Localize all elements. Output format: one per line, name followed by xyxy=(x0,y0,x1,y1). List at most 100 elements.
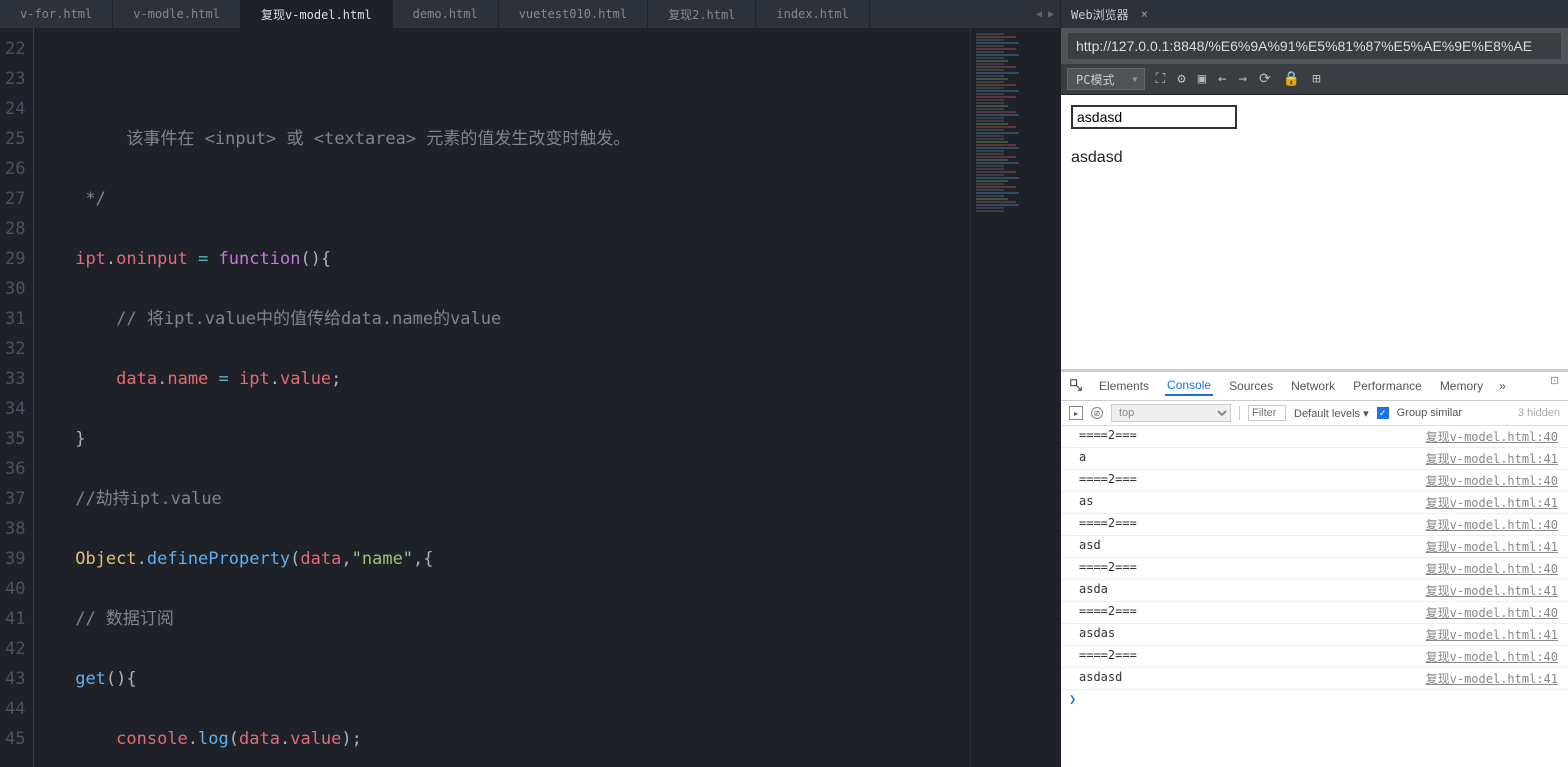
tab-vuetest010[interactable]: vuetest010.html xyxy=(499,0,648,28)
tab-prev-icon[interactable]: ◀ xyxy=(1036,9,1042,20)
console-src-link[interactable]: 复现v-model.html:40 xyxy=(1426,516,1558,533)
code-token: get xyxy=(75,669,106,689)
clear-console-icon[interactable]: ⊘ xyxy=(1091,407,1103,419)
console-entry: ====2===复现v-model.html:40 xyxy=(1061,602,1568,624)
tab-nav: ◀ ▶ xyxy=(1030,0,1060,28)
console-entry: a复现v-model.html:41 xyxy=(1061,448,1568,470)
log-levels-select[interactable]: Default levels ▾ xyxy=(1294,407,1369,420)
console-src-link[interactable]: 复现v-model.html:40 xyxy=(1426,472,1558,489)
devtools-more-icon[interactable]: » xyxy=(1499,379,1506,393)
console-src-link[interactable]: 复现v-model.html:41 xyxy=(1426,450,1558,467)
tab-fuxian-vmodel[interactable]: 复现v-model.html xyxy=(241,0,393,28)
console-msg: as xyxy=(1079,494,1093,511)
close-icon[interactable]: × xyxy=(1141,7,1148,21)
code-token: = xyxy=(188,249,219,269)
console-src-link[interactable]: 复现v-model.html:40 xyxy=(1426,560,1558,577)
code-token: value xyxy=(290,729,341,749)
tab-fuxian2[interactable]: 复现2.html xyxy=(648,0,756,28)
context-select[interactable]: top xyxy=(1111,404,1231,422)
console-msg: ====2=== xyxy=(1079,428,1137,445)
console-prompt[interactable]: ❯ xyxy=(1061,690,1568,708)
console-entry: asd 复现v-model.html:41 xyxy=(1061,536,1568,558)
code-comment: <textarea> xyxy=(314,129,416,149)
code-comment: 该事件在 xyxy=(126,129,204,149)
code-area[interactable]: 该事件在 <input> 或 <textarea> 元素的值发生改变时触发。 *… xyxy=(33,28,970,767)
code-token: data xyxy=(239,729,280,749)
code-token: "name" xyxy=(352,549,413,569)
tab-v-for[interactable]: v-for.html xyxy=(0,0,113,28)
group-similar-label: Group similar xyxy=(1397,407,1462,419)
devtools-tab-memory[interactable]: Memory xyxy=(1438,377,1485,395)
console-entry: asdasd 复现v-model.html:41 xyxy=(1061,668,1568,690)
console-src-link[interactable]: 复现v-model.html:41 xyxy=(1426,494,1558,511)
dock-icon[interactable]: ⊡ xyxy=(1550,374,1564,388)
tab-next-icon[interactable]: ▶ xyxy=(1048,9,1054,20)
console-msg: asdasd xyxy=(1079,670,1122,687)
console-msg: ====2=== xyxy=(1079,516,1137,533)
line-number: 43 xyxy=(5,664,25,694)
line-number: 40 xyxy=(5,574,25,604)
url-input[interactable] xyxy=(1067,32,1562,60)
lock-icon[interactable]: 🔒 xyxy=(1283,71,1300,87)
code-comment: 或 xyxy=(276,129,313,149)
line-number: 22 xyxy=(5,34,25,64)
browser-toolbar: PC模式 ⛶ ⚙ ▣ ← → ⟳ 🔒 ⊞ xyxy=(1061,64,1568,95)
devtools-tab-console[interactable]: Console xyxy=(1165,376,1213,396)
console-sidebar-icon[interactable]: ▸ xyxy=(1069,406,1083,420)
tab-v-modle[interactable]: v-modle.html xyxy=(113,0,241,28)
line-number: 45 xyxy=(5,724,25,754)
console-entry: asda 复现v-model.html:41 xyxy=(1061,580,1568,602)
console-src-link[interactable]: 复现v-model.html:40 xyxy=(1426,428,1558,445)
console-msg: asda xyxy=(1079,582,1108,599)
console-log-list: ====2=== 复现v-model.html:40 a复现v-model.htm… xyxy=(1061,426,1568,767)
minimap[interactable] xyxy=(970,28,1060,767)
devtools-tab-performance[interactable]: Performance xyxy=(1351,377,1424,395)
back-icon[interactable]: ← xyxy=(1218,71,1226,87)
devtools-tab-elements[interactable]: Elements xyxy=(1097,377,1151,395)
console-msg: ====2=== xyxy=(1079,472,1137,489)
tab-index[interactable]: index.html xyxy=(756,0,869,28)
console-entry: ====2=== 复现v-model.html:40 xyxy=(1061,470,1568,492)
display-mode-select[interactable]: PC模式 xyxy=(1067,68,1145,90)
devtools-console-toolbar: ▸ ⊘ top Default levels ▾ ✓ Group similar… xyxy=(1061,401,1568,426)
window-icon[interactable]: ▣ xyxy=(1198,71,1206,87)
expand-icon[interactable]: ⛶ xyxy=(1155,71,1165,87)
hidden-count[interactable]: 3 hidden xyxy=(1518,407,1560,419)
console-msg: ====2=== xyxy=(1079,648,1137,665)
gear-icon[interactable]: ⚙ xyxy=(1177,71,1185,87)
console-src-link[interactable]: 复现v-model.html:41 xyxy=(1426,670,1558,687)
console-src-link[interactable]: 复现v-model.html:41 xyxy=(1426,582,1558,599)
console-msg: ====2=== xyxy=(1079,560,1137,577)
code-token: log xyxy=(198,729,229,749)
console-src-link[interactable]: 复现v-model.html:40 xyxy=(1426,648,1558,665)
qr-icon[interactable]: ⊞ xyxy=(1312,71,1320,87)
line-number: 34 xyxy=(5,394,25,424)
code-token: . xyxy=(280,729,290,749)
code-token: ); xyxy=(341,729,361,749)
code-comment: <input> xyxy=(205,129,277,149)
line-number: 25 xyxy=(5,124,25,154)
code-token: data xyxy=(116,369,157,389)
page-preview: asdasd xyxy=(1061,95,1568,369)
url-bar xyxy=(1061,28,1568,64)
inspect-icon[interactable] xyxy=(1069,378,1083,395)
group-similar-checkbox[interactable]: ✓ xyxy=(1377,407,1389,419)
code-token: ( xyxy=(229,729,239,749)
page-input[interactable] xyxy=(1071,105,1237,129)
forward-icon[interactable]: → xyxy=(1239,71,1247,87)
code-token: value xyxy=(280,369,331,389)
console-msg: asdas xyxy=(1079,626,1115,643)
code-comment: 元素的值发生改变时触发。 xyxy=(416,129,630,149)
code-token: . xyxy=(188,729,198,749)
reload-icon[interactable]: ⟳ xyxy=(1259,71,1271,87)
console-src-link[interactable]: 复现v-model.html:41 xyxy=(1426,626,1558,643)
console-filter-input[interactable] xyxy=(1248,405,1286,421)
devtools-tab-sources[interactable]: Sources xyxy=(1227,377,1275,395)
console-msg: asd xyxy=(1079,538,1101,555)
code-token: function xyxy=(219,249,301,269)
console-src-link[interactable]: 复现v-model.html:40 xyxy=(1426,604,1558,621)
tab-demo[interactable]: demo.html xyxy=(393,0,499,28)
devtools-tab-network[interactable]: Network xyxy=(1289,377,1337,395)
code-token: . xyxy=(106,249,116,269)
console-src-link[interactable]: 复现v-model.html:41 xyxy=(1426,538,1558,555)
